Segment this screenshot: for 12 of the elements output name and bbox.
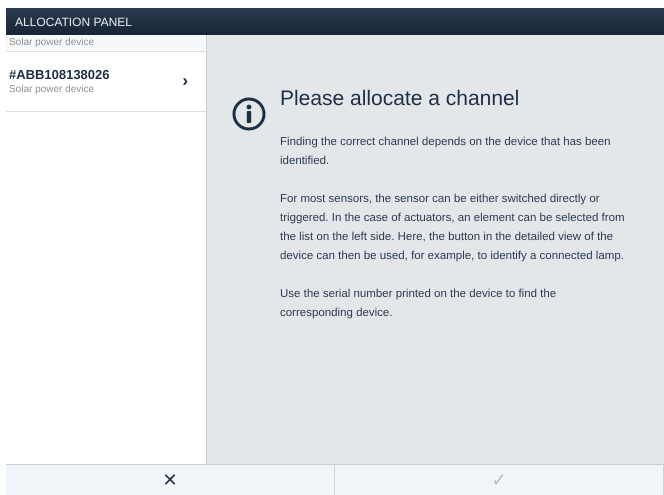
message-paragraph: Use the serial number printed on the device to find the corresponding device. bbox=[280, 287, 558, 321]
message-title: Please allocate a channel bbox=[280, 87, 520, 111]
device-id: #ABB108138026 bbox=[9, 67, 110, 82]
chevron-icon: › bbox=[182, 71, 188, 91]
info-icon bbox=[232, 97, 266, 131]
cancel-button[interactable]: ✕ bbox=[6, 465, 335, 495]
section-label: Solar power device bbox=[6, 35, 206, 52]
device-type: Solar power device bbox=[9, 84, 96, 95]
device-list-item[interactable]: #ABB108138026 Solar power device › bbox=[6, 52, 206, 112]
message-paragraph: Finding the correct channel depends on the device that has been identified. bbox=[280, 135, 612, 169]
panel-title: ALLOCATION PANEL bbox=[15, 14, 132, 28]
message-paragraph: For most sensors, the sensor can be either switched directly or triggered. In the case of actuators, an element can be selected from the list on the left side. Here, the button in the detailed view of the device can then be used, for example, to identify a connected lamp. bbox=[280, 192, 625, 264]
